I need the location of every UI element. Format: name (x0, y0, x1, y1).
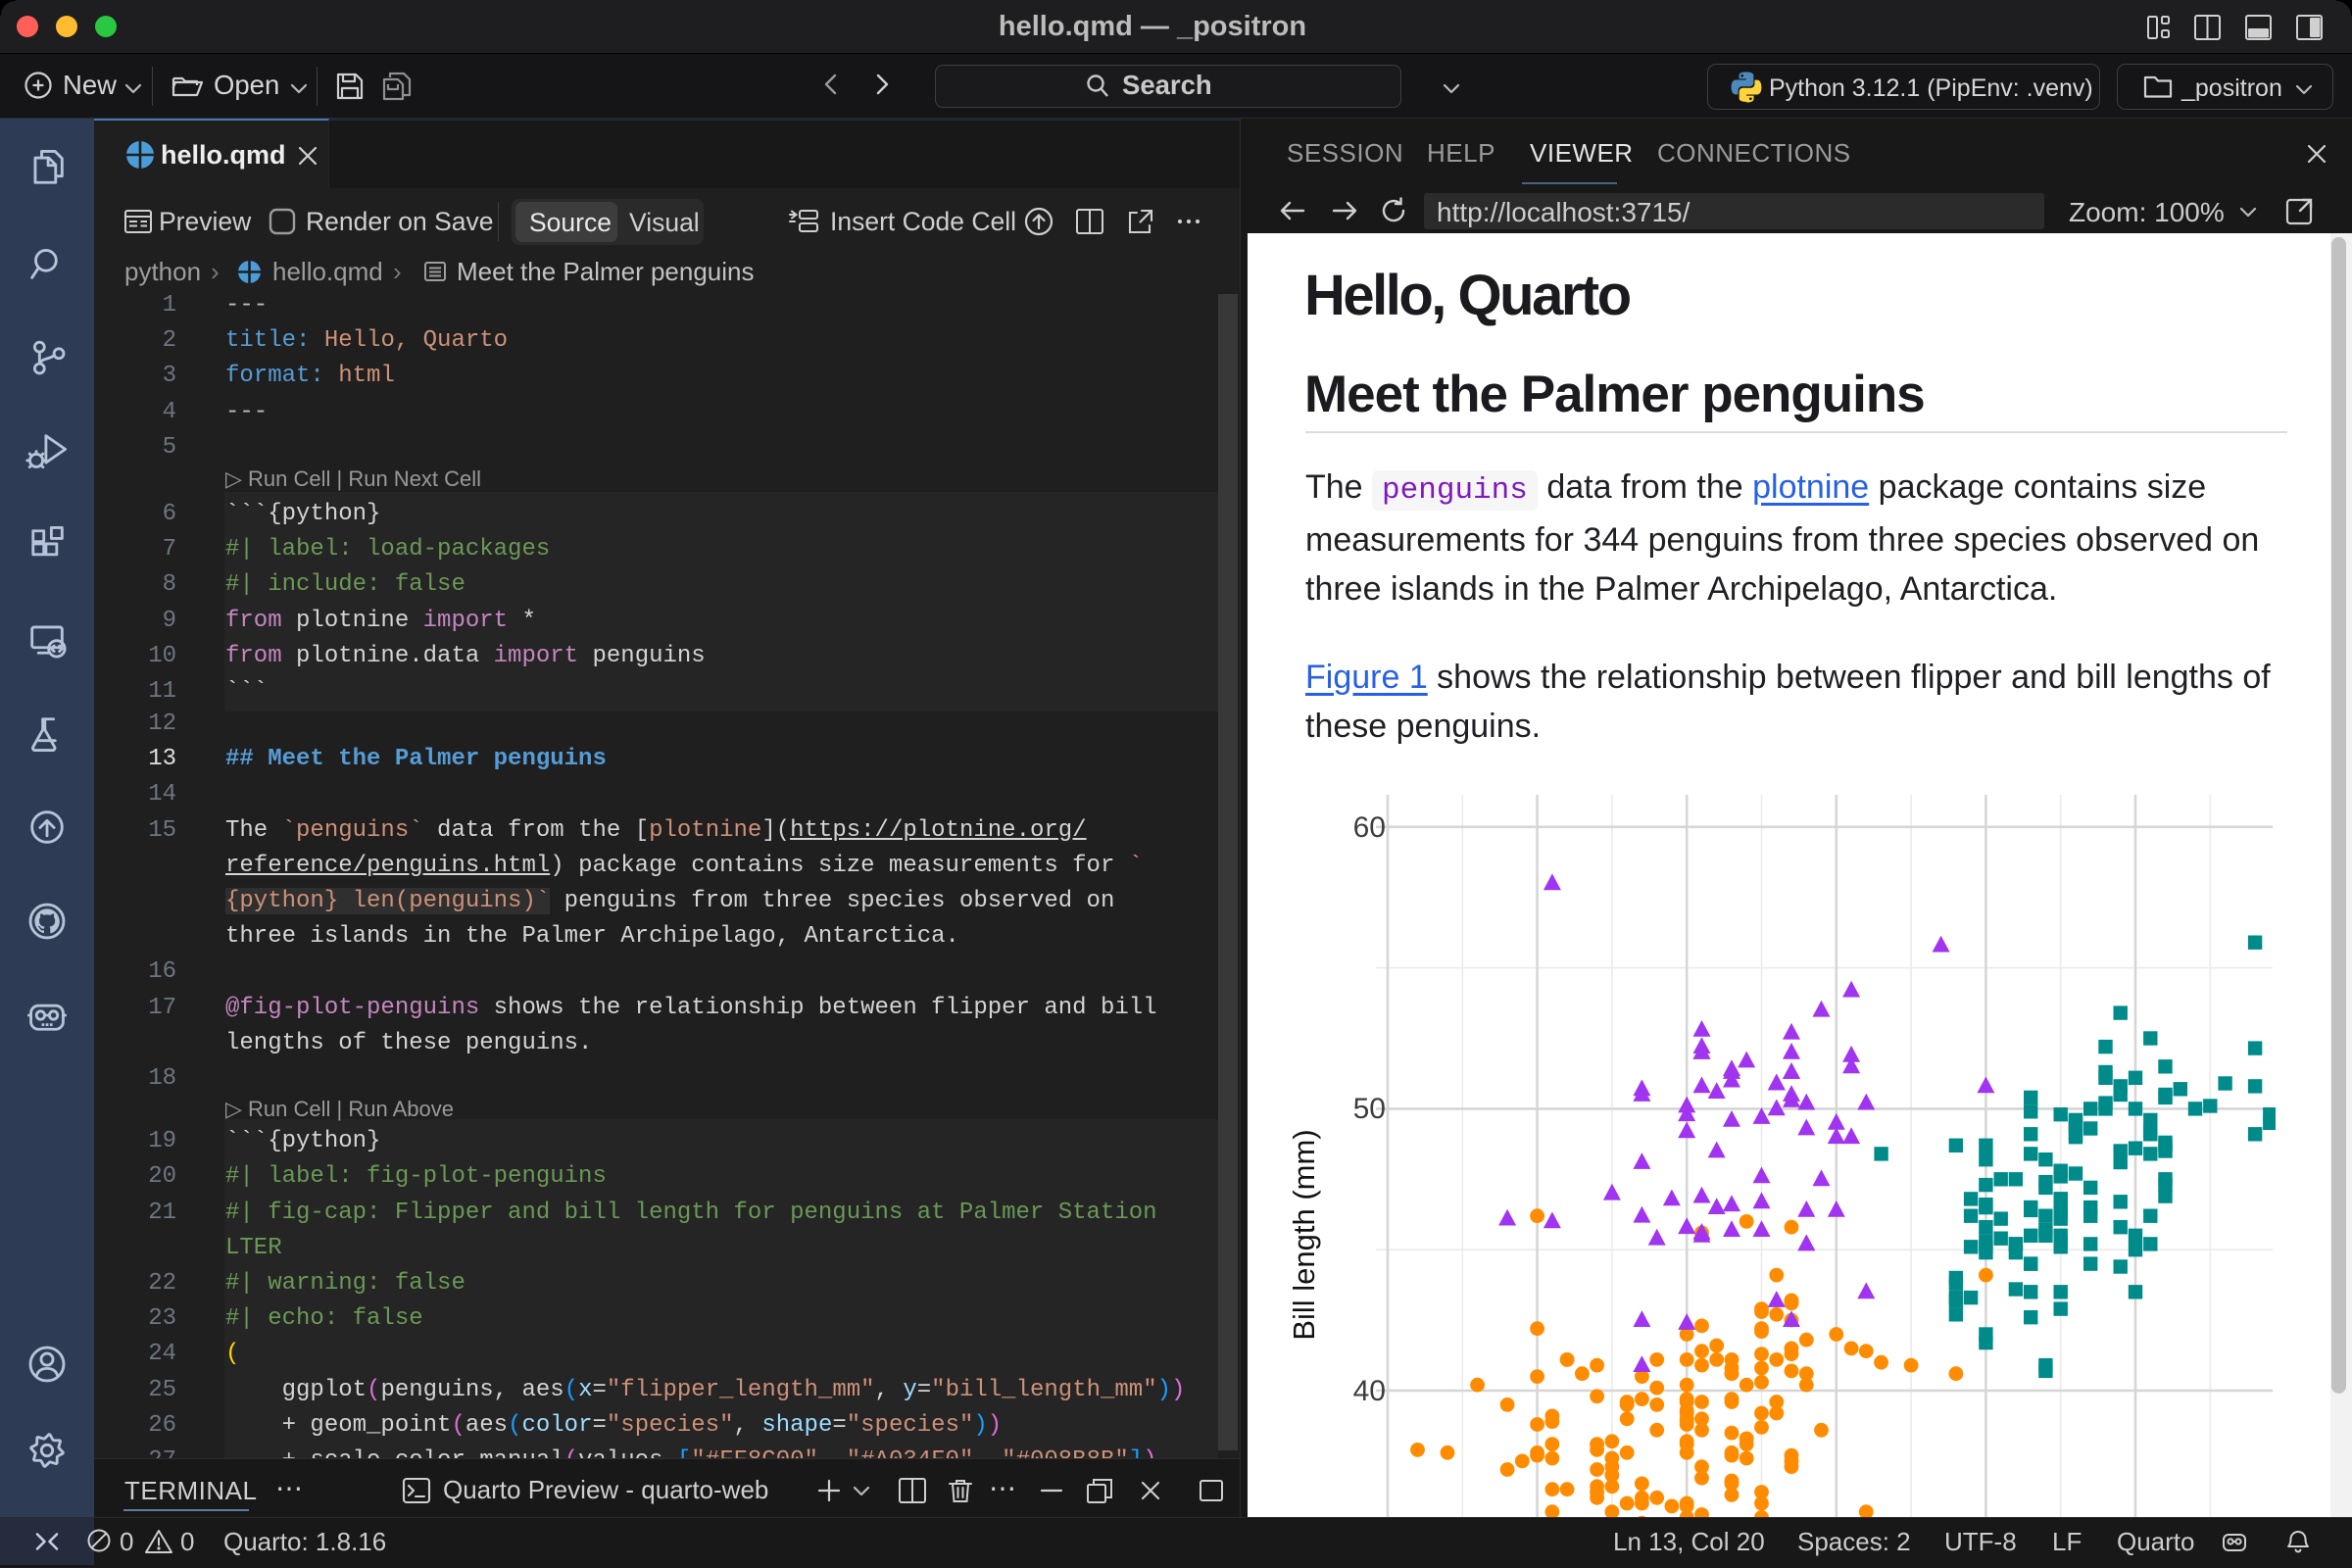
svg-text:40: 40 (1353, 1375, 1386, 1407)
svg-text:Bill length (mm): Bill length (mm) (1287, 1129, 1321, 1340)
svg-text:50: 50 (1353, 1093, 1386, 1125)
svg-text:60: 60 (1353, 811, 1386, 844)
